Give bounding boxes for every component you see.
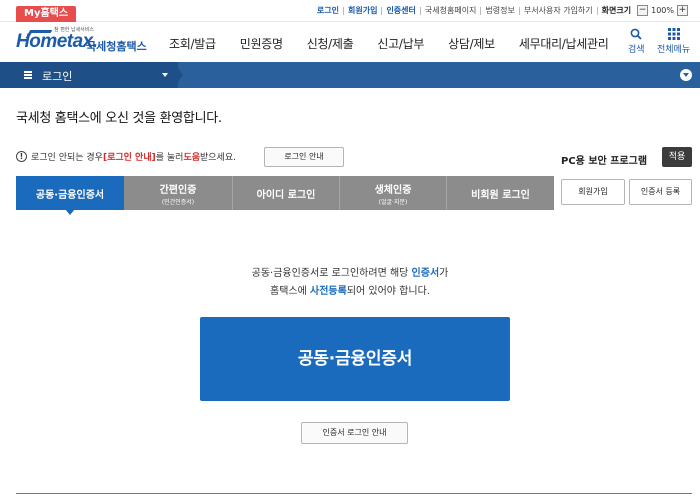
cert-description-line1: 공동·금융인증서로 로그인하려면 해당 인증서가 [0, 264, 700, 279]
tab-label: 생체인증 [374, 184, 412, 196]
utility-bar: My홈택스 로그인 회원가입 인증센터 국세청홈페이지 법령정보 부서사용자 가… [0, 0, 700, 22]
page-title: 국세청 홈택스에 오신 것을 환영합니다. [16, 111, 222, 126]
zoom-value: 100% [651, 6, 674, 15]
hometax-logo[interactable]: 참 편한 납세서비스 Hometax. 국세청홈택스 [14, 26, 154, 56]
login-help-notice: ! 로그인 안되는 경우 [로그인 안내] 를 눌러 도움 받으세요. [16, 150, 236, 163]
cert-center-link[interactable]: 인증센터 [382, 5, 419, 16]
notice-highlight: [로그인 안내] [102, 153, 156, 163]
all-menu-button[interactable]: 전체메뉴 [657, 28, 690, 55]
nav-item-inquiry[interactable]: 조회/발급 [169, 35, 216, 52]
joint-financial-cert-login-button[interactable]: 공동·금융인증서 [200, 317, 510, 401]
login-method-tabs: 공동·금융인증서 간편인증 (민간인증서) 아이디 로그인 생체인증 (얼굴·지… [16, 176, 554, 215]
tab-label: 아이디 로그인 [256, 189, 316, 201]
utility-links: 로그인 회원가입 인증센터 국세청홈페이지 법령정보 부서사용자 가입하기 화면… [313, 5, 688, 16]
tab-id-login[interactable]: 아이디 로그인 [233, 176, 340, 210]
notice-highlight: 도움 [183, 153, 200, 163]
tab-non-member[interactable]: 비회원 로그인 [447, 176, 554, 210]
tab-label: 공동·금융인증서 [35, 189, 105, 201]
cert-register-button[interactable]: 인증서 등록 [629, 179, 692, 205]
tab-sublabel: (얼굴·지문) [378, 198, 408, 206]
desc-highlight: 사전등록 [310, 286, 347, 297]
desc-text: 공동·금융인증서로 로그인하려면 해당 [251, 268, 412, 279]
tab-label: 비회원 로그인 [471, 189, 530, 201]
zoom-control: − 100% + [637, 5, 688, 16]
chevron-down-icon [162, 73, 168, 77]
bottom-divider [16, 493, 692, 494]
my-hometax-tab[interactable]: My홈택스 [16, 6, 77, 22]
desc-text: 되어 있어야 합니다. [346, 286, 430, 297]
search-button[interactable]: 검색 [628, 28, 645, 55]
signup-link[interactable]: 회원가입 [344, 5, 381, 16]
tab-label: 간편인증 [159, 184, 197, 196]
desc-highlight: 인증서 [411, 268, 440, 279]
nav-item-consult[interactable]: 상담/제보 [448, 35, 495, 52]
all-menu-label: 전체메뉴 [657, 45, 691, 55]
screen-size-label: 화면크기 [601, 6, 632, 15]
expand-circle-icon[interactable] [680, 69, 692, 81]
search-label: 검색 [628, 45, 645, 55]
tab-biometric[interactable]: 생체인증 (얼굴·지문) [340, 176, 447, 210]
nav-item-civil-cert[interactable]: 민원증명 [240, 35, 283, 52]
location-bar: 로그인 [0, 62, 700, 88]
desc-text: 가 [439, 268, 449, 279]
login-link[interactable]: 로그인 [313, 5, 343, 16]
tab-simple-auth[interactable]: 간편인증 (민간인증서) [124, 176, 233, 210]
login-guide-button[interactable]: 로그인 안내 [264, 147, 344, 167]
nav-item-apply[interactable]: 신청/제출 [307, 35, 354, 52]
hamburger-icon [24, 71, 32, 79]
pc-security-label: PC용 보안 프로그램 [561, 156, 648, 167]
notice-text: 받으세요. [200, 153, 236, 163]
apply-button[interactable]: 적용 [662, 147, 692, 167]
exclamation-icon: ! [16, 151, 27, 162]
notice-text: 로그인 안되는 경우 [31, 153, 103, 163]
dept-user-signup-link[interactable]: 부서사용자 가입하기 [520, 5, 597, 16]
notice-text: 를 눌러 [155, 153, 184, 163]
search-icon [630, 28, 642, 40]
cert-login-guide-button[interactable]: 인증서 로그인 안내 [301, 422, 408, 444]
desc-text: 홈택스에 [270, 286, 311, 297]
signup-button[interactable]: 회원가입 [561, 179, 625, 205]
law-info-link[interactable]: 법령정보 [481, 5, 518, 16]
nts-homepage-link[interactable]: 국세청홈페이지 [421, 5, 481, 16]
cert-description-line2: 홈택스에 사전등록되어 있어야 합니다. [0, 282, 700, 297]
zoom-out-button[interactable]: − [637, 5, 649, 16]
zoom-in-button[interactable]: + [677, 5, 688, 16]
tab-sublabel: (민간인증서) [161, 198, 195, 206]
grid-menu-icon [667, 28, 680, 40]
logo-korean: 국세청홈택스 [86, 40, 147, 53]
main-nav: 조회/발급 민원증명 신청/제출 신고/납부 상담/제보 세무대리/납세관리 [169, 35, 633, 52]
location-arrow [174, 62, 183, 88]
nav-item-report-pay[interactable]: 신고/납부 [377, 35, 424, 52]
location-title: 로그인 [42, 70, 73, 83]
site-header: 참 편한 납세서비스 Hometax. 국세청홈택스 조회/발급 민원증명 신청… [0, 22, 700, 60]
tab-joint-financial-cert[interactable]: 공동·금융인증서 [16, 176, 124, 215]
nav-item-tax-agent[interactable]: 세무대리/납세관리 [519, 35, 609, 52]
